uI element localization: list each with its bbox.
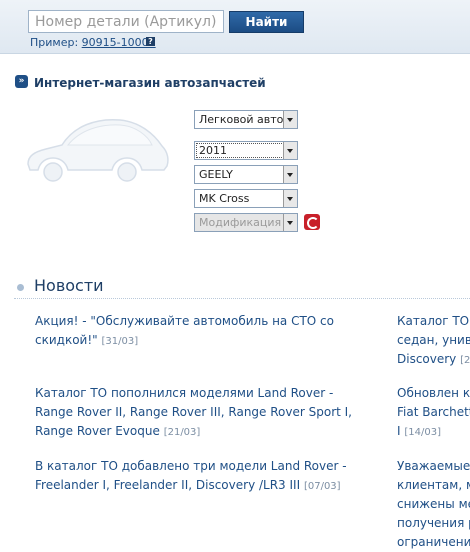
news-divider xyxy=(14,298,470,299)
news-item[interactable]: В каталог ТО добавлено три модели Land R… xyxy=(35,457,387,496)
chevron-down-icon xyxy=(283,142,297,159)
news-date: [2 xyxy=(460,355,470,366)
double-chevron-icon: » xyxy=(15,75,28,88)
model-select[interactable]: MK Cross xyxy=(194,189,298,208)
news-date: [07/03] xyxy=(303,481,341,492)
chevron-down-icon xyxy=(283,111,297,128)
news-item-text: Уважаемые xyxy=(397,459,470,473)
search-header: Найти Пример: 90915-10003 ? xyxy=(0,0,470,54)
news-title: Новости xyxy=(34,276,104,295)
news-item-text: Каталог ТО пополнился моделями Land Rove… xyxy=(35,386,334,400)
news-item-text: клиентам, м xyxy=(397,478,470,492)
news-item-text: В каталог ТО добавлено три модели Land R… xyxy=(35,459,347,473)
news-item-text: ограничения xyxy=(397,535,470,549)
news-item-text: седан, унив xyxy=(397,333,470,347)
question-icon[interactable]: ? xyxy=(146,37,155,46)
news-item-text: Range Rover Evoque xyxy=(35,424,160,438)
make-value: GEELY xyxy=(199,168,233,181)
news-item-text: Range Rover II, Range Rover III, Range R… xyxy=(35,405,352,419)
news-item-text: Каталог ТО xyxy=(397,314,470,328)
chevron-down-icon xyxy=(283,190,297,207)
news-date: [21/03] xyxy=(163,427,201,438)
news-item[interactable]: Акция! - "Обслуживайте автомобиль на СТО… xyxy=(35,312,387,351)
news-date: [31/03] xyxy=(101,336,139,347)
bullet-icon xyxy=(17,284,24,291)
chevron-down-icon xyxy=(283,166,297,183)
make-select[interactable]: GEELY xyxy=(194,165,298,184)
search-example: Пример: 90915-10003 xyxy=(30,36,156,49)
vehicle-type-value: Легковой автомо xyxy=(199,113,283,126)
chevron-down-icon xyxy=(283,214,297,231)
news-item-text: Обновлен ка xyxy=(397,386,470,400)
news-item-text: Fiat Barchett xyxy=(397,405,470,419)
news-item-text: I xyxy=(397,424,401,438)
year-select[interactable]: 2011 xyxy=(194,141,298,160)
modification-select[interactable]: Модификация xyxy=(194,213,298,232)
news-date: [14/03] xyxy=(404,427,441,438)
reset-icon[interactable] xyxy=(304,214,320,230)
news-item-right[interactable]: Обновлен ка Fiat Barchett I [14/03] xyxy=(397,384,470,442)
news-item-text: получения р xyxy=(397,516,470,530)
news-item-text: Discovery xyxy=(397,352,457,366)
car-silhouette-icon xyxy=(27,118,169,182)
news-item-right[interactable]: Уважаемые клиентам, м снижены ме получен… xyxy=(397,457,470,552)
news-item[interactable]: Каталог ТО пополнился моделями Land Rove… xyxy=(35,384,387,442)
example-label: Пример: xyxy=(30,36,79,49)
news-item-right[interactable]: Каталог ТО седан, унив Discovery [2 xyxy=(397,312,470,370)
year-value: 2011 xyxy=(199,144,227,157)
modification-value: Модификация xyxy=(199,216,282,229)
news-item-text: снижены ме xyxy=(397,497,470,511)
news-item-text: Акция! - "Обслуживайте автомобиль на СТО… xyxy=(35,314,334,328)
news-item-text: скидкой!" xyxy=(35,333,98,347)
search-button[interactable]: Найти xyxy=(229,11,304,33)
vehicle-type-select[interactable]: Легковой автомо xyxy=(194,110,298,129)
shop-title: Интернет-магазин автозапчастей xyxy=(34,76,266,90)
example-link[interactable]: 90915-10003 xyxy=(82,36,156,49)
part-number-input[interactable] xyxy=(28,10,224,33)
model-value: MK Cross xyxy=(199,192,250,205)
news-item-text: Freelander I, Freelander II, Discovery /… xyxy=(35,478,301,492)
